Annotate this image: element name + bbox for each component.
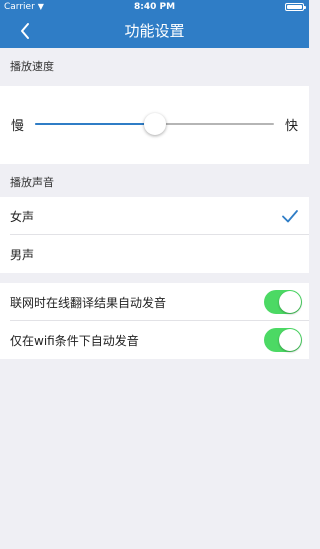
battery-fill [287, 5, 302, 9]
auto-play-settings: 联网时在线翻译结果自动发音 仅在wifi条件下自动发音 [0, 283, 309, 359]
speed-slider[interactable] [35, 113, 274, 135]
checkmark-icon [282, 210, 298, 223]
page-title: 功能设置 [124, 22, 185, 40]
slider-fill [35, 123, 155, 125]
voice-option-female[interactable]: 女声 [0, 197, 309, 235]
voice-option-label: 女声 [10, 209, 35, 224]
toggle-knob [279, 291, 301, 313]
voice-option-label: 男声 [10, 247, 35, 262]
toggle-label: 仅在wifi条件下自动发音 [10, 333, 139, 348]
speed-slider-row: 慢 快 [0, 86, 309, 164]
online-auto-play-toggle[interactable] [264, 290, 302, 314]
navigation-bar: 功能设置 [0, 14, 309, 48]
speed-section-header: 播放速度 [10, 60, 54, 73]
voice-options: 女声 男声 [0, 197, 309, 273]
toggle-label: 联网时在线翻译结果自动发音 [10, 295, 167, 310]
status-time: 8:40 PM [133, 2, 176, 12]
battery-tip [304, 6, 306, 9]
toggle-knob [279, 329, 301, 351]
status-bar: Carrier ▼ 8:40 PM [0, 0, 309, 14]
wifi-auto-play-row: 仅在wifi条件下自动发音 [0, 321, 309, 359]
wifi-auto-play-toggle[interactable] [264, 328, 302, 352]
battery-icon [285, 3, 306, 11]
fast-label: 快 [285, 119, 299, 134]
slider-thumb[interactable] [143, 113, 166, 135]
voice-option-male[interactable]: 男声 [0, 235, 309, 273]
online-auto-play-row: 联网时在线翻译结果自动发音 [0, 283, 309, 321]
slow-label: 慢 [11, 119, 25, 134]
